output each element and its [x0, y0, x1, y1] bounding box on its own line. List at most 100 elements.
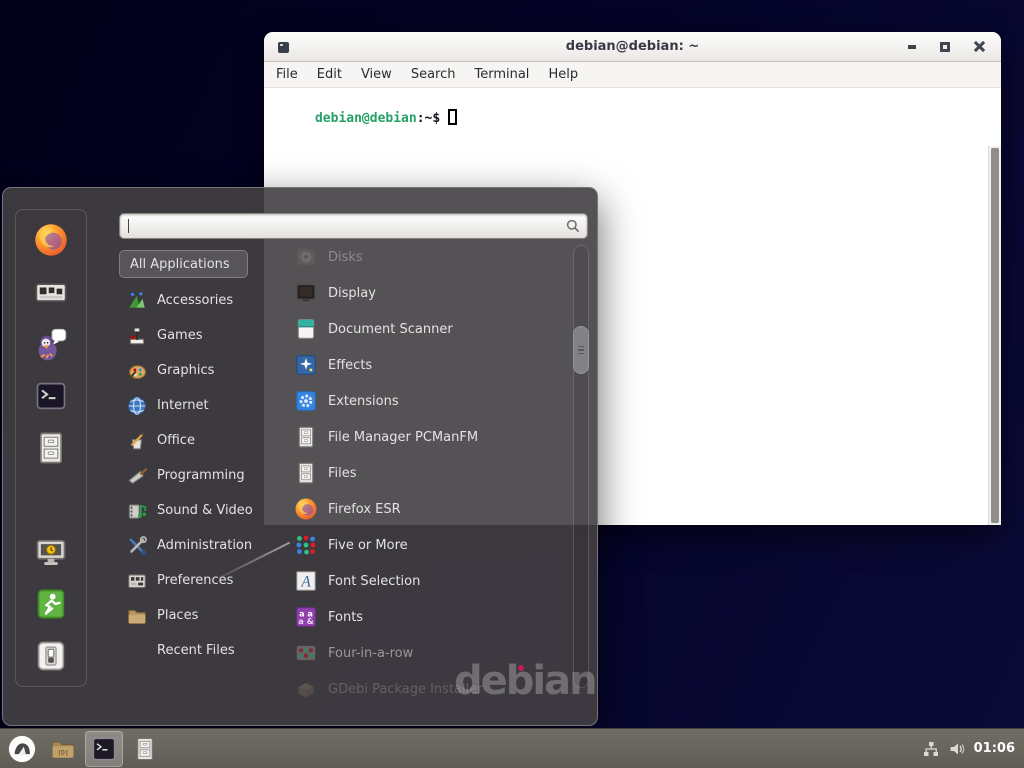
app-list-scrollbar-track[interactable]: [573, 245, 589, 688]
app-extensions[interactable]: Extensions: [286, 383, 568, 419]
prompt-user: debian@debian: [315, 111, 417, 126]
pidgin-icon: [33, 326, 69, 362]
terminal-titlebar[interactable]: debian@debian: ~: [264, 32, 1001, 62]
shell-prompt: debian@debian:~$: [268, 94, 457, 141]
category-recent-files[interactable]: Recent Files: [119, 633, 285, 668]
menu-file[interactable]: File: [276, 67, 298, 82]
favorite-keyboard[interactable]: [33, 274, 69, 310]
favorite-logout[interactable]: [33, 586, 69, 622]
app-label: Four-in-a-row: [328, 646, 413, 661]
app-display[interactable]: Display: [286, 275, 568, 311]
taskbar-terminal-button[interactable]: [85, 731, 123, 767]
favorite-firefox[interactable]: [33, 222, 69, 258]
close-icon[interactable]: [974, 41, 985, 52]
app-label: Five or More: [328, 538, 408, 553]
app-five-or-more[interactable]: Five or More: [286, 527, 568, 563]
administration-icon: [126, 535, 148, 557]
app-label: Fonts: [328, 610, 363, 625]
app-label: File Manager PCManFM: [328, 430, 478, 445]
favorite-file-manager[interactable]: [33, 430, 69, 466]
scrollbar-grip: [578, 346, 584, 348]
search-caret: [128, 219, 129, 233]
category-graphics[interactable]: Graphics: [119, 353, 285, 388]
terminal-icon: [90, 735, 118, 763]
category-office[interactable]: Office: [119, 423, 285, 458]
scrollbar-grip: [578, 349, 584, 351]
volume-icon[interactable]: [948, 740, 966, 758]
terminal-app-icon: [278, 42, 289, 53]
category-internet[interactable]: Internet: [119, 388, 285, 423]
category-label: Internet: [157, 398, 209, 413]
category-label: Programming: [157, 468, 245, 483]
file-cabinet-icon: [33, 430, 69, 466]
app-disks[interactable]: Disks: [286, 239, 568, 275]
window-controls: [908, 32, 985, 61]
category-label: Graphics: [157, 363, 214, 378]
app-document-scanner[interactable]: Document Scanner: [286, 311, 568, 347]
taskbar-menu-button[interactable]: [3, 731, 41, 767]
category-label: Sound & Video: [157, 503, 253, 518]
file-cabinet-icon: [294, 461, 318, 485]
favorite-pidgin[interactable]: [33, 326, 69, 362]
menu-edit[interactable]: Edit: [317, 67, 342, 82]
app-label: Extensions: [328, 394, 399, 409]
app-effects[interactable]: Effects: [286, 347, 568, 383]
network-icon[interactable]: [922, 740, 940, 758]
favorite-shutdown[interactable]: [33, 638, 69, 674]
menu-view[interactable]: View: [361, 67, 392, 82]
menu-help[interactable]: Help: [548, 67, 578, 82]
search-icon: [565, 218, 581, 234]
menu-launcher-icon: [7, 734, 37, 764]
app-label: Firefox ESR: [328, 502, 401, 517]
svg-text:A: A: [300, 573, 311, 590]
category-label: Office: [157, 433, 195, 448]
category-accessories[interactable]: Accessories: [119, 283, 285, 318]
file-cabinet-icon: [132, 736, 158, 762]
app-files[interactable]: Files: [286, 455, 568, 491]
favorite-lock-screen[interactable]: [33, 534, 69, 570]
terminal-scrollbar-handle[interactable]: [991, 148, 999, 523]
maximize-icon[interactable]: [940, 42, 950, 52]
favorite-terminal[interactable]: [33, 378, 69, 414]
text-cursor: [448, 109, 457, 125]
application-list: Disks Display Document Scanner Effects E…: [286, 239, 568, 707]
category-games[interactable]: Games: [119, 318, 285, 353]
blank-icon: [126, 640, 148, 662]
terminal-scrollbar[interactable]: [988, 146, 1001, 525]
app-gdebi-package-installer[interactable]: GDebi Package Installer: [286, 671, 568, 707]
app-four-in-a-row[interactable]: Four-in-a-row: [286, 635, 568, 671]
search-box: [119, 213, 588, 239]
app-label: Files: [328, 466, 357, 481]
favorites-sidebar: [15, 209, 87, 687]
app-label: Effects: [328, 358, 372, 373]
app-font-selection[interactable]: A Font Selection: [286, 563, 568, 599]
taskbar: [D] 01:06: [0, 728, 1024, 768]
start-menu: debian All: [2, 187, 598, 726]
category-all-applications[interactable]: All Applications: [119, 250, 248, 278]
clock[interactable]: 01:06: [974, 741, 1015, 756]
programming-icon: [126, 465, 148, 487]
app-list-scrollbar-handle[interactable]: [573, 326, 589, 374]
search-input[interactable]: [119, 213, 588, 239]
category-programming[interactable]: Programming: [119, 458, 285, 493]
category-preferences[interactable]: Preferences: [119, 563, 285, 598]
fonts-icon: a aa &: [294, 605, 318, 629]
category-label: All Applications: [130, 257, 230, 272]
menu-search[interactable]: Search: [411, 67, 456, 82]
app-file-manager-pcmanfm[interactable]: File Manager PCManFM: [286, 419, 568, 455]
taskbar-file-manager-button[interactable]: [D]: [44, 731, 82, 767]
minimize-icon[interactable]: [908, 45, 916, 49]
app-label: Display: [328, 286, 376, 301]
app-fonts[interactable]: a aa & Fonts: [286, 599, 568, 635]
app-firefox-esr[interactable]: Firefox ESR: [286, 491, 568, 527]
taskbar-files-button[interactable]: [126, 731, 164, 767]
keyboard-icon: [33, 274, 69, 310]
category-places[interactable]: Places: [119, 598, 285, 633]
svg-text:a &: a &: [298, 616, 314, 626]
window-title: debian@debian: ~: [566, 39, 699, 54]
category-list: Accessories Games Graphics Internet Offi…: [119, 283, 285, 668]
category-label: Accessories: [157, 293, 233, 308]
menu-terminal[interactable]: Terminal: [474, 67, 529, 82]
category-sound-video[interactable]: Sound & Video: [119, 493, 285, 528]
prompt-suffix: :~$: [417, 111, 440, 126]
